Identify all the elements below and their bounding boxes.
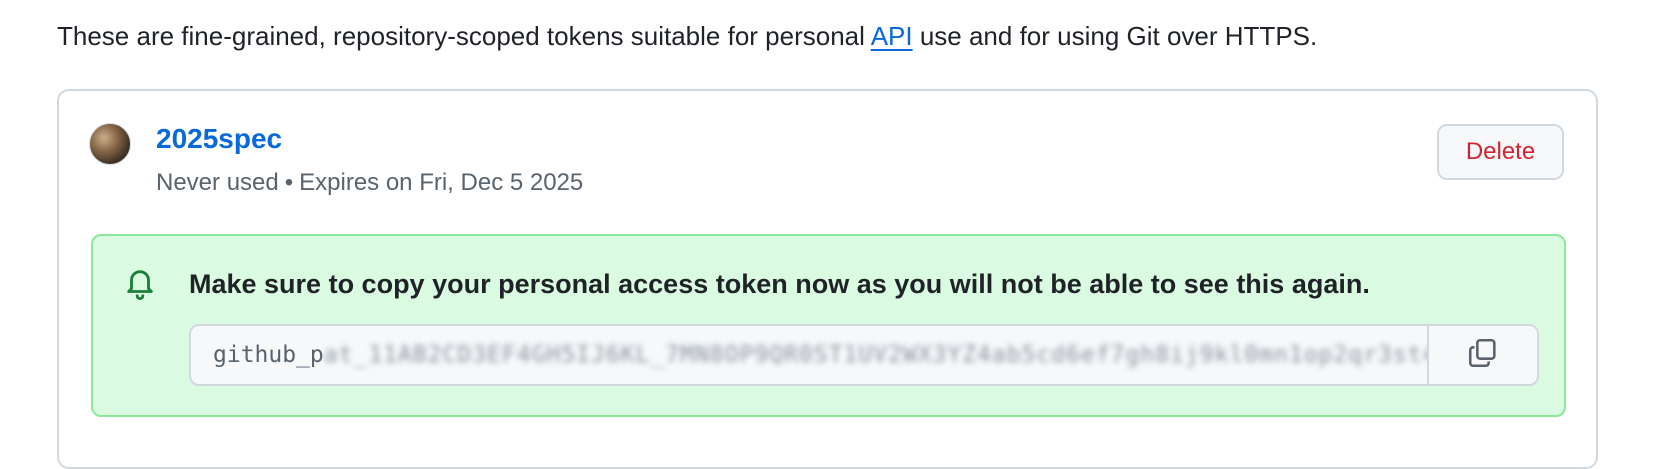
token-meta: Never used • Expires on Fri, Dec 5 2025 [156, 167, 583, 199]
token-value[interactable]: github_p at_11AB2CD3EF4GH5IJ6KL_7MN8OP9QR… [191, 326, 1427, 384]
intro-text: These are fine-grained, repository-scope… [57, 18, 1317, 54]
token-field: github_p at_11AB2CD3EF4GH5IJ6KL_7MN8OP9QR… [189, 324, 1539, 386]
token-card: 2025spec Never used • Expires on Fri, Dec … [57, 89, 1598, 469]
token-usage: Never used [156, 169, 279, 196]
intro-text-before: These are fine-grained, repository-scope… [57, 21, 871, 51]
token-obscured: at_11AB2CD3EF4GH5IJ6KL_7MN8OP9QR0ST1UV2W… [323, 342, 1427, 368]
success-flash: Make sure to copy your personal access t… [91, 234, 1566, 417]
api-link[interactable]: API [871, 21, 913, 51]
copy-icon [1466, 336, 1500, 375]
delete-button[interactable]: Delete [1437, 124, 1564, 180]
meta-separator: • [284, 169, 294, 196]
copy-button[interactable] [1427, 326, 1537, 384]
intro-text-after: use and for using Git over HTTPS. [912, 21, 1318, 51]
token-name-link[interactable]: 2025spec [156, 121, 282, 157]
token-prefix: github_p [213, 342, 324, 368]
avatar [89, 123, 131, 165]
token-expiry: Expires on Fri, Dec 5 2025 [299, 169, 584, 196]
flash-message: Make sure to copy your personal access t… [189, 269, 1370, 299]
bell-icon [123, 266, 157, 300]
